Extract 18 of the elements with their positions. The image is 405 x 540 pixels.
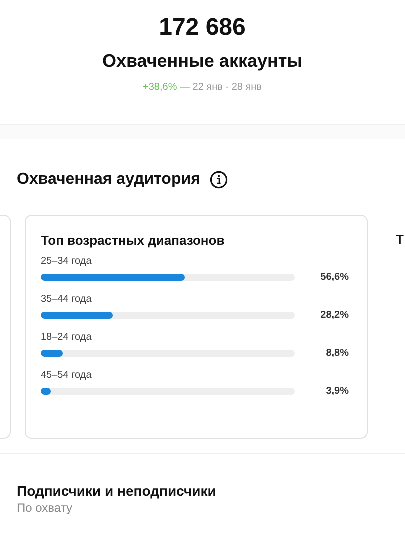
age-label: 25–34 года bbox=[41, 255, 93, 269]
metric-title: Охваченные аккаунты bbox=[102, 50, 303, 73]
percent-value: 3,9% bbox=[326, 386, 350, 397]
percent-value: 28,2% bbox=[320, 310, 350, 321]
card-title: Т bbox=[396, 231, 405, 249]
card-title: Топ возрастных диапазонов bbox=[41, 232, 226, 250]
section-title: Охваченная аудитория bbox=[17, 170, 200, 190]
info-icon[interactable] bbox=[210, 171, 228, 189]
age-label: 35–44 года bbox=[41, 293, 93, 307]
metric-value: 172 686 bbox=[159, 14, 246, 42]
section-title: Подписчики и неподписчики bbox=[17, 482, 218, 500]
percent-value: 8,8% bbox=[326, 348, 350, 359]
age-label: 18–24 года bbox=[41, 331, 93, 345]
date-range: — 22 янв - 28 янв bbox=[178, 82, 262, 93]
age-label: 45–54 года bbox=[41, 369, 93, 383]
change-percent: +38,6% bbox=[143, 82, 178, 93]
percent-value: 56,6% bbox=[320, 272, 350, 283]
section-subtitle: По охвату bbox=[17, 500, 74, 516]
